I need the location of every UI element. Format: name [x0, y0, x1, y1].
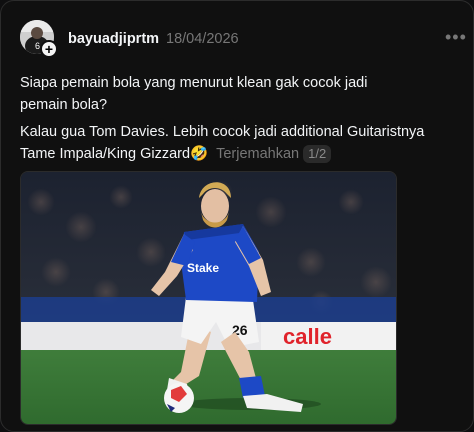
football-player-photo: calle 26 Stake: [21, 172, 396, 424]
post-text-line: pemain bola?: [20, 97, 108, 113]
post-text-line: Tame Impala/King Gizzard: [20, 146, 191, 162]
follow-plus-icon[interactable]: +: [40, 40, 58, 58]
post-text-paragraph-1: Siapa pemain bola yang menurut klean gak…: [20, 72, 460, 116]
post-card: 6 + bayuadjiprtm 18/04/2026 ••• Siapa pe…: [0, 0, 474, 432]
post-text-line: Siapa pemain bola yang menurut klean gak…: [20, 75, 368, 91]
post-date[interactable]: 18/04/2026: [166, 31, 239, 47]
media-counter-badge: 1/2: [303, 145, 332, 163]
username[interactable]: bayuadjiprtm: [68, 31, 159, 47]
post-text-line: Kalau gua Tom Davies. Lebih cocok jadi a…: [20, 124, 425, 140]
post-image[interactable]: calle 26 Stake: [20, 171, 397, 425]
post-text-paragraph-2: Kalau gua Tom Davies. Lebih cocok jadi a…: [20, 121, 460, 165]
ad-board-text: calle: [283, 324, 332, 349]
rofl-emoji-icon: 🤣: [190, 146, 209, 162]
shirt-sponsor: Stake: [187, 261, 219, 275]
translate-link[interactable]: Terjemahkan: [216, 146, 299, 162]
more-options-icon[interactable]: •••: [445, 27, 467, 48]
